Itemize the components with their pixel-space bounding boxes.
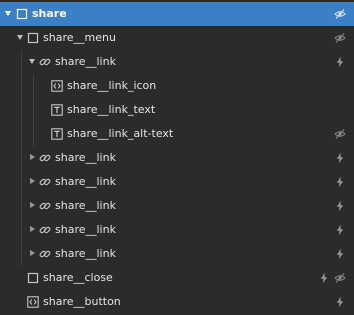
link-icon	[39, 248, 51, 260]
tree-guide-line	[33, 122, 34, 146]
tree-guide-line	[21, 98, 22, 122]
tree-guide-line	[21, 50, 22, 74]
lightning-icon[interactable]	[334, 200, 346, 212]
tree-row-label: share__link	[55, 247, 116, 260]
chevron-right-icon[interactable]	[30, 154, 35, 160]
link-icon	[39, 200, 51, 212]
link-icon	[39, 56, 51, 68]
tree-row-share-link-alt-text[interactable]: share__link_alt-text	[0, 122, 354, 146]
eye-slash-icon[interactable]	[334, 272, 346, 284]
eye-slash-icon[interactable]	[334, 32, 346, 44]
tree-guide-line	[21, 242, 22, 266]
tree-row-share-link-text[interactable]: share__link_text	[0, 98, 354, 122]
tree-row-share-close[interactable]: share__close	[0, 266, 354, 290]
eye-slash-icon[interactable]	[334, 128, 346, 140]
tree-row-label: share__link	[55, 55, 116, 68]
link-icon	[39, 176, 51, 188]
tree-guide-line	[21, 74, 22, 98]
chevron-right-icon[interactable]	[30, 250, 35, 256]
embed-icon	[27, 296, 39, 308]
tree-row-label: share__close	[43, 271, 113, 284]
tree-row-label: share__link_icon	[67, 79, 157, 92]
tree-row-share[interactable]: share	[0, 2, 354, 26]
tree-row-share-menu[interactable]: share__menu	[0, 26, 354, 50]
square-icon	[27, 272, 39, 284]
lightning-icon[interactable]	[318, 272, 330, 284]
chevron-down-icon[interactable]	[17, 35, 23, 40]
tree-guide-line	[21, 170, 22, 194]
navigator-tree: share share__menu share__link share__lin…	[0, 0, 354, 315]
tree-guide-line	[21, 122, 22, 146]
tree-guide-line	[33, 98, 34, 122]
tree-row-label: share__link_text	[67, 103, 156, 116]
tree-row-share-link[interactable]: share__link	[0, 242, 354, 266]
tree-row-share-link[interactable]: share__link	[0, 170, 354, 194]
tree-row-label: share__link	[55, 175, 116, 188]
tree-row-label: share__link_alt-text	[67, 127, 174, 140]
chevron-right-icon[interactable]	[30, 178, 35, 184]
square-icon	[27, 32, 39, 44]
link-icon	[39, 152, 51, 164]
tree-guide-line	[21, 218, 22, 242]
tree-row-label: share__button	[43, 295, 121, 308]
lightning-icon[interactable]	[334, 224, 346, 236]
tree-row-share-link[interactable]: share__link	[0, 218, 354, 242]
lightning-icon[interactable]	[334, 152, 346, 164]
embed-icon	[51, 80, 63, 92]
square-icon	[16, 8, 28, 20]
tree-row-label: share__link	[55, 223, 116, 236]
tree-row-share-link[interactable]: share__link	[0, 50, 354, 74]
lightning-icon[interactable]	[334, 296, 346, 308]
tree-row-share-link[interactable]: share__link	[0, 194, 354, 218]
tree-guide-line	[33, 74, 34, 98]
lightning-icon[interactable]	[334, 176, 346, 188]
lightning-icon[interactable]	[334, 56, 346, 68]
chevron-right-icon[interactable]	[30, 226, 35, 232]
chevron-right-icon[interactable]	[30, 202, 35, 208]
tree-row-label: share__link	[55, 151, 116, 164]
tree-row-share-link-icon[interactable]: share__link_icon	[0, 74, 354, 98]
chevron-down-icon[interactable]	[29, 59, 35, 64]
tree-row-label: share	[32, 7, 67, 20]
text-icon	[51, 128, 63, 140]
tree-guide-line	[21, 194, 22, 218]
tree-guide-line	[21, 146, 22, 170]
tree-row-share-button[interactable]: share__button	[0, 290, 354, 314]
lightning-icon[interactable]	[334, 248, 346, 260]
chevron-down-icon[interactable]	[5, 11, 11, 16]
eye-slash-icon[interactable]	[334, 8, 346, 20]
text-icon	[51, 104, 63, 116]
tree-row-label: share__link	[55, 199, 116, 212]
tree-row-share-link[interactable]: share__link	[0, 146, 354, 170]
tree-row-label: share__menu	[43, 31, 116, 44]
link-icon	[39, 224, 51, 236]
